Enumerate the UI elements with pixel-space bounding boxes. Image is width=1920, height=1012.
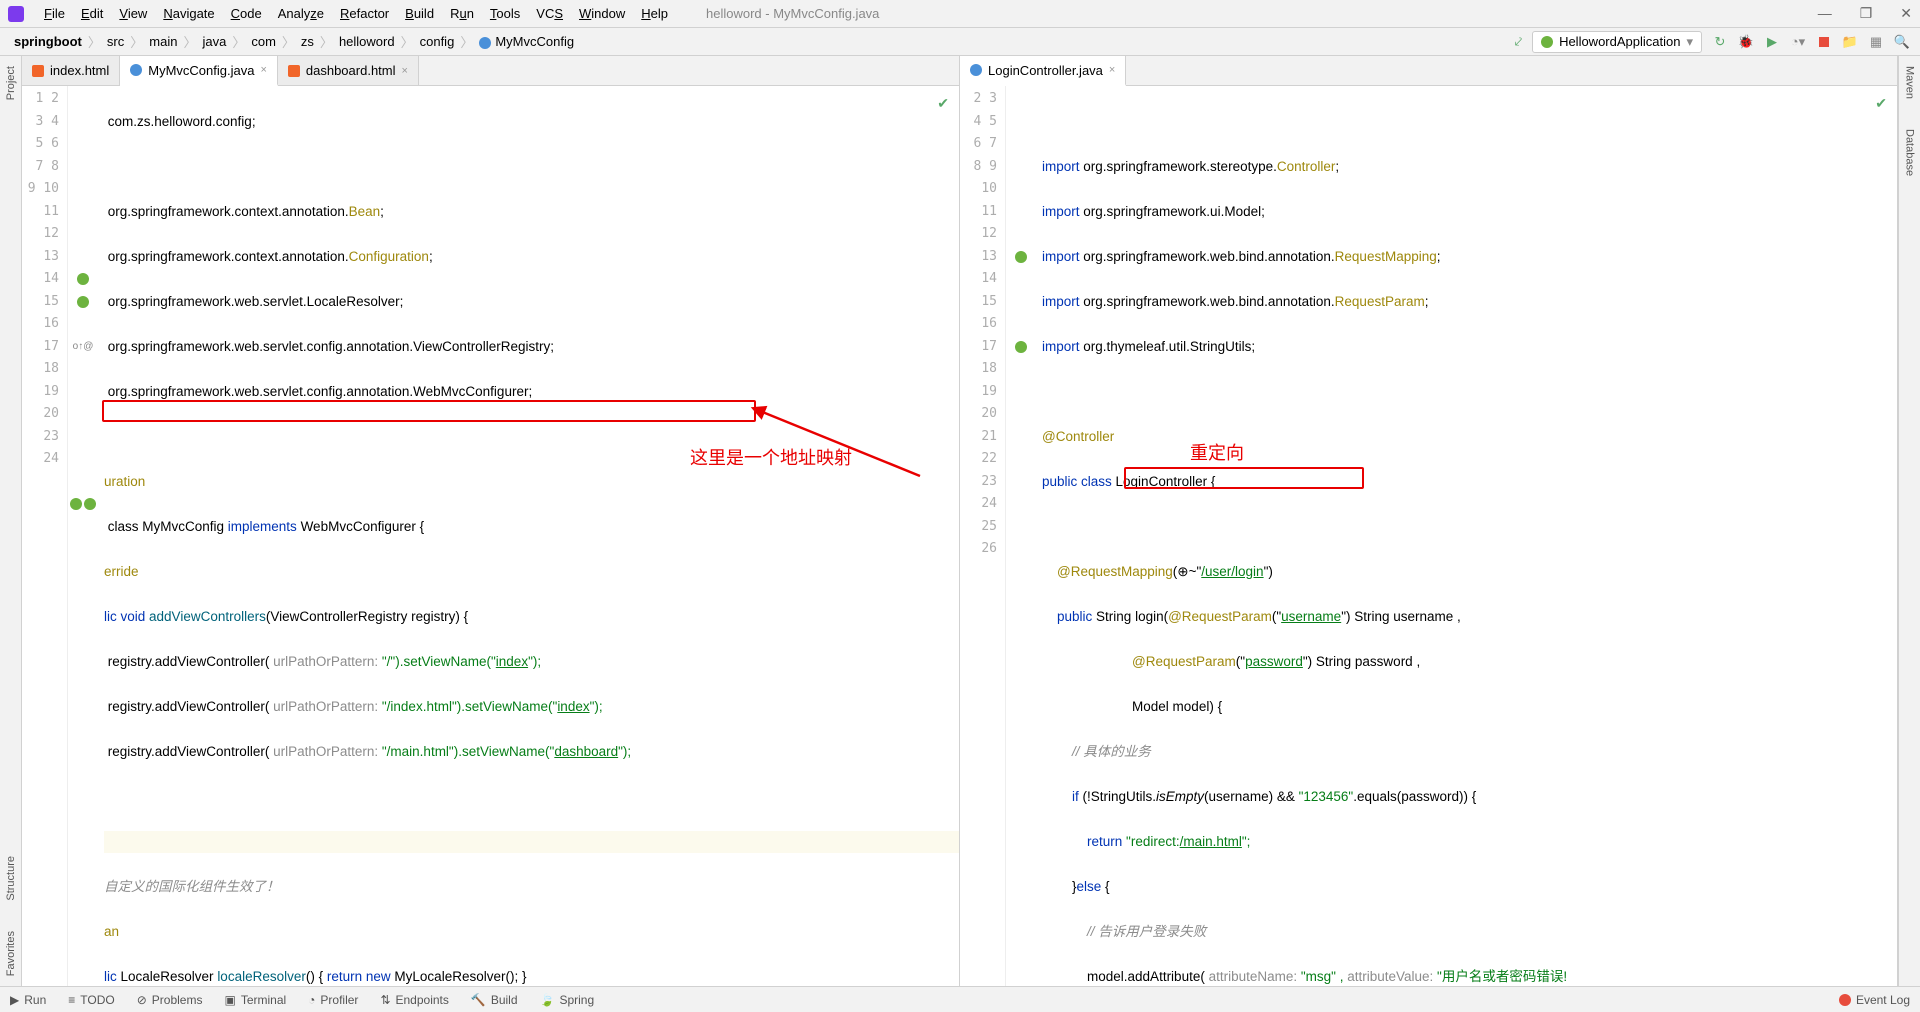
toolwin-todo[interactable]: ≡ TODO xyxy=(68,993,114,1007)
right-editor-tabs: LoginController.java× xyxy=(960,56,1897,86)
menu-window[interactable]: Window xyxy=(571,6,633,21)
toolwin-project[interactable]: Project xyxy=(5,66,17,100)
line-number-gutter[interactable]: 2 3 4 5 6 7 8 9 10 11 12 13 14 15 16 17 … xyxy=(960,86,1006,986)
close-tab-icon[interactable]: × xyxy=(260,64,266,76)
annotation-box-left xyxy=(102,400,756,422)
class-icon xyxy=(479,37,491,49)
layout-icon[interactable]: ▦ xyxy=(1868,34,1884,50)
right-code-area[interactable]: import org.springframework.stereotype.Co… xyxy=(1036,86,1897,986)
left-code-area[interactable]: com.zs.helloword.config; org.springframe… xyxy=(98,86,959,986)
toolwin-maven[interactable]: Maven xyxy=(1904,66,1916,99)
gutter-icons[interactable]: o↑@ xyxy=(68,86,98,986)
tab-logincontroller-java[interactable]: LoginController.java× xyxy=(960,56,1126,86)
spring-icon xyxy=(1541,36,1553,48)
chevron-down-icon: ▾ xyxy=(1686,34,1693,50)
spring-bean-icon[interactable] xyxy=(1015,341,1027,353)
menu-bar: File Edit View Navigate Code Analyze Ref… xyxy=(0,0,1920,28)
gutter-icons[interactable] xyxy=(1006,86,1036,986)
close-tab-icon[interactable]: × xyxy=(402,65,408,77)
toolwin-spring[interactable]: 🍃 Spring xyxy=(540,993,595,1007)
error-badge-icon xyxy=(1839,994,1851,1006)
toolwin-terminal[interactable]: ▣ Terminal xyxy=(224,993,286,1007)
menu-run[interactable]: Run xyxy=(442,6,482,21)
run-configuration-dropdown[interactable]: HellowordApplication ▾ xyxy=(1532,31,1702,53)
coverage-icon[interactable]: ▶ xyxy=(1764,34,1780,50)
minimize-icon[interactable]: — xyxy=(1818,5,1832,22)
spring-bean-icon[interactable] xyxy=(77,296,89,308)
run-icon[interactable]: ↻ xyxy=(1712,34,1728,50)
toolwin-database[interactable]: Database xyxy=(1904,129,1916,176)
left-tool-window-bar: Project Structure Favorites xyxy=(0,56,22,986)
override-icon[interactable]: o↑@ xyxy=(73,336,94,359)
toolwin-problems[interactable]: ⊘ Problems xyxy=(137,993,203,1007)
close-icon[interactable]: ✕ xyxy=(1900,5,1912,22)
close-tab-icon[interactable]: × xyxy=(1109,64,1115,76)
menu-build[interactable]: Build xyxy=(397,6,442,21)
profile-icon[interactable]: ◔▾ xyxy=(1790,34,1806,50)
right-tool-window-bar: Maven Database xyxy=(1898,56,1920,986)
left-editor-pane: index.html MyMvcConfig.java× dashboard.h… xyxy=(22,56,960,986)
tab-index-html[interactable]: index.html xyxy=(22,56,120,85)
menu-file[interactable]: File xyxy=(36,6,73,21)
tab-mymvcconfig-java[interactable]: MyMvcConfig.java× xyxy=(120,56,278,86)
inspection-ok-icon[interactable]: ✔ xyxy=(1875,92,1887,115)
breadcrumb[interactable]: java xyxy=(198,34,230,49)
breadcrumb[interactable]: helloword xyxy=(335,34,399,49)
toolwin-favorites[interactable]: Favorites xyxy=(5,931,17,976)
bottom-tool-window-bar: ▶ Run ≡ TODO ⊘ Problems ▣ Terminal ◔ Pro… xyxy=(0,986,1920,1012)
breadcrumb[interactable]: src xyxy=(103,34,128,49)
menu-help[interactable]: Help xyxy=(633,6,676,21)
menu-refactor[interactable]: Refactor xyxy=(332,6,397,21)
java-file-icon xyxy=(130,64,142,76)
menu-analyze[interactable]: Analyze xyxy=(270,6,332,21)
toolwin-structure[interactable]: Structure xyxy=(5,856,17,901)
toolwin-build[interactable]: 🔨 Build xyxy=(471,993,518,1007)
html-file-icon xyxy=(32,65,44,77)
window-title: helloword - MyMvcConfig.java xyxy=(706,6,879,21)
navigation-bar: springboot〉 src〉 main〉 java〉 com〉 zs〉 he… xyxy=(0,28,1920,56)
editor-split: index.html MyMvcConfig.java× dashboard.h… xyxy=(22,56,1898,986)
event-log[interactable]: Event Log xyxy=(1839,993,1910,1007)
html-file-icon xyxy=(288,65,300,77)
spring-bean-icon[interactable] xyxy=(70,498,82,510)
spring-bean-icon[interactable] xyxy=(1015,251,1027,263)
menu-vcs[interactable]: VCS xyxy=(528,6,571,21)
breadcrumb[interactable]: MyMvcConfig xyxy=(475,34,578,49)
toolwin-endpoints[interactable]: ⇅ Endpoints xyxy=(380,993,448,1007)
breadcrumb[interactable]: config xyxy=(416,34,459,49)
maximize-icon[interactable]: ❐ xyxy=(1860,5,1873,22)
java-file-icon xyxy=(970,64,982,76)
menu-navigate[interactable]: Navigate xyxy=(155,6,222,21)
line-number-gutter[interactable]: 1 2 3 4 5 6 7 8 9 10 11 12 13 14 15 16 1… xyxy=(22,86,68,986)
menu-edit[interactable]: Edit xyxy=(73,6,111,21)
spring-bean-icon[interactable] xyxy=(77,273,89,285)
menu-view[interactable]: View xyxy=(111,6,155,21)
menu-code[interactable]: Code xyxy=(223,6,270,21)
menu-tools[interactable]: Tools xyxy=(482,6,528,21)
search-icon[interactable]: 🔍 xyxy=(1894,34,1910,50)
debug-icon[interactable]: 🐞 xyxy=(1738,34,1754,50)
breadcrumb[interactable]: main xyxy=(145,34,181,49)
breadcrumb[interactable]: zs xyxy=(297,34,318,49)
right-editor-pane: LoginController.java× 2 3 4 5 6 7 8 9 10… xyxy=(960,56,1898,986)
breadcrumb[interactable]: springboot xyxy=(10,34,86,49)
toolwin-profiler[interactable]: ◔ Profiler xyxy=(308,993,358,1007)
build-icon[interactable]: ⤦ xyxy=(1515,34,1522,50)
app-logo-icon xyxy=(8,6,24,22)
breadcrumb[interactable]: com xyxy=(247,34,280,49)
spring-bean-icon[interactable] xyxy=(84,498,96,510)
toolwin-run[interactable]: ▶ Run xyxy=(10,993,46,1007)
left-editor-tabs: index.html MyMvcConfig.java× dashboard.h… xyxy=(22,56,959,86)
tab-dashboard-html[interactable]: dashboard.html× xyxy=(278,56,419,85)
inspection-ok-icon[interactable]: ✔ xyxy=(937,92,949,115)
stop-icon[interactable] xyxy=(1816,34,1832,50)
git-icon[interactable]: 📁 xyxy=(1842,34,1858,50)
